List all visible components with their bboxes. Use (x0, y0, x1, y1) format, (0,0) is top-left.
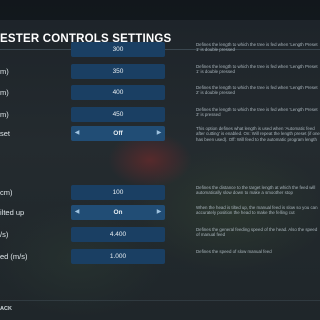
value-text: 1.000 (109, 253, 127, 260)
setting-label: cm) (0, 188, 13, 197)
setting-description: Defines the distance to the target lengt… (196, 185, 316, 196)
value-field[interactable]: 1.000 (71, 249, 165, 264)
value-field[interactable]: 100 (71, 185, 165, 200)
setting-label: m) (0, 110, 9, 119)
chevron-right-icon[interactable]: ▶ (155, 128, 163, 139)
setting-row: m) 350 Defines the length to which the t… (0, 62, 320, 82)
value-field[interactable]: 300 (71, 42, 165, 57)
setting-row: ed (m/s) 1.000 Defines the speed of slow… (0, 247, 320, 267)
setting-label: ed (m/s) (0, 252, 28, 261)
setting-description: When the head is tilted up, the manual f… (196, 205, 318, 216)
setting-row: m) 450 Defines the length to which the t… (0, 105, 320, 125)
option-selector[interactable]: ◀ Off ▶ (71, 126, 165, 141)
setting-row: cm) 100 Defines the distance to the targ… (0, 183, 320, 203)
setting-description: Defines the length to which the tree is … (196, 107, 318, 118)
setting-row: set ◀ Off ▶ This option defines what len… (0, 124, 320, 144)
value-field[interactable]: 450 (71, 107, 165, 122)
option-value: Off (113, 130, 123, 137)
value-field[interactable]: 400 (71, 85, 165, 100)
option-selector[interactable]: ◀ On ▶ (71, 205, 165, 220)
top-bar (0, 0, 320, 20)
back-button[interactable]: ACK (0, 306, 12, 312)
option-value: On (113, 209, 123, 216)
setting-label: m) (0, 88, 9, 97)
setting-description: Defines the general feeding speed of the… (196, 227, 318, 238)
setting-row: 300 Defines the length to which the tree… (0, 40, 320, 60)
setting-row: ilted up ◀ On ▶ When the head is tilted … (0, 203, 320, 223)
footer-divider (0, 300, 320, 301)
setting-label: ilted up (0, 208, 25, 217)
value-text: 400 (112, 89, 124, 96)
chevron-right-icon[interactable]: ▶ (155, 207, 163, 218)
setting-label: m) (0, 67, 9, 76)
value-text: 100 (112, 189, 124, 196)
setting-description: This option defines what length is used … (196, 126, 320, 142)
setting-description: Defines the length to which the tree is … (196, 64, 318, 75)
setting-row: /s) 4.400 Defines the general feeding sp… (0, 225, 320, 245)
setting-label: set (0, 129, 11, 138)
value-text: 300 (112, 46, 124, 53)
setting-row: m) 400 Defines the length to which the t… (0, 83, 320, 103)
setting-description: Defines the length to which the tree is … (196, 85, 318, 96)
value-field[interactable]: 350 (71, 64, 165, 79)
value-text: 450 (112, 111, 124, 118)
setting-description: Defines the length to which the tree is … (196, 42, 318, 53)
value-text: 350 (112, 68, 124, 75)
setting-description: Defines the speed of slow manual feed (196, 249, 272, 254)
value-field[interactable]: 4.400 (71, 227, 165, 242)
setting-label: /s) (0, 230, 9, 239)
value-text: 4.400 (109, 231, 127, 238)
